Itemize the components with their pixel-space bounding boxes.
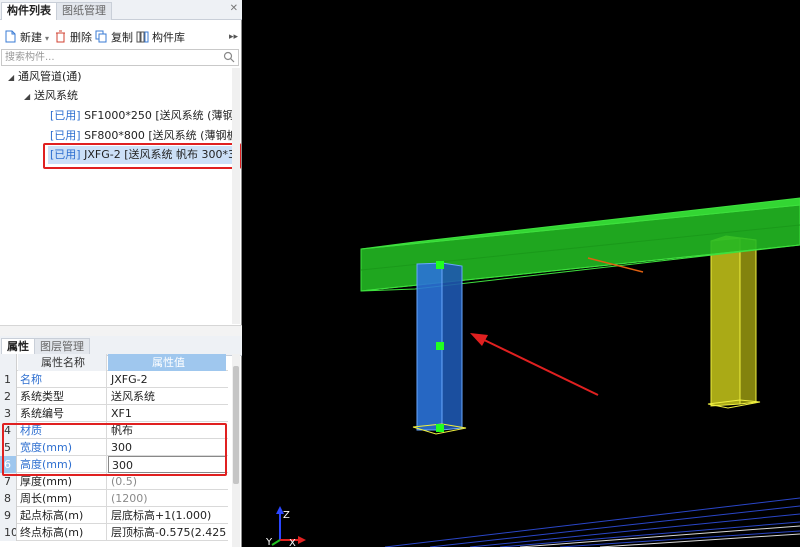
- search-placeholder: 搜索构件...: [5, 52, 55, 63]
- expand-arrow-icon[interactable]: ◢: [8, 69, 18, 86]
- new-button[interactable]: 新建 ▾: [4, 28, 49, 48]
- tree-node-root[interactable]: ◢ 通风管道(通): [8, 68, 238, 86]
- property-row-index: 9: [0, 507, 17, 524]
- grip-bottom[interactable]: [436, 424, 444, 432]
- property-row[interactable]: 8 周长(mm) (1200): [0, 490, 228, 507]
- tree-item-label: SF1000*250 [送风系统 (薄钢板风管) 1: [84, 109, 240, 122]
- grid-header-index: [0, 354, 17, 371]
- floor-grid-white: [519, 525, 800, 547]
- property-name: 系统类型: [18, 388, 107, 405]
- expand-arrow-icon[interactable]: ◢: [24, 88, 34, 105]
- axis-z-label: Z: [283, 510, 290, 521]
- copy-label: 复制: [111, 31, 133, 44]
- property-row[interactable]: 1 名称 JXFG-2: [0, 371, 228, 388]
- copy-icon: [95, 30, 107, 43]
- highlight-box-grid: [2, 423, 227, 476]
- tree-scrollbar[interactable]: [232, 68, 240, 324]
- property-name: 起点标高(m): [18, 507, 107, 524]
- panel-splitter[interactable]: [0, 325, 242, 336]
- property-tabbar: 属性 图层管理: [0, 336, 242, 356]
- used-tag: [已用]: [50, 109, 81, 122]
- new-label: 新建: [20, 31, 42, 44]
- pin-icon[interactable]: ✕: [230, 3, 238, 14]
- property-row-index: 1: [0, 371, 17, 388]
- 3d-scene[interactable]: Z Y X: [243, 0, 800, 547]
- property-row[interactable]: 2 系统类型 送风系统: [0, 388, 228, 405]
- property-value[interactable]: 送风系统: [108, 388, 226, 405]
- library-label: 构件库: [152, 31, 185, 44]
- property-row-index: 3: [0, 405, 17, 422]
- grid-header-name: 属性名称: [18, 354, 107, 371]
- property-row-index: 2: [0, 388, 17, 405]
- dropdown-arrow-icon[interactable]: ▾: [45, 34, 49, 43]
- property-value[interactable]: (1200): [108, 490, 226, 507]
- trash-icon: [56, 30, 65, 43]
- 3d-viewport[interactable]: Z Y X: [243, 0, 800, 547]
- property-value[interactable]: XF1: [108, 405, 226, 422]
- left-panel: 构件列表 图纸管理 ✕ 新建 ▾ 删除 复制 构件库 ▸▸ 搜索构件... ◢ 通风…: [0, 0, 242, 547]
- copy-button[interactable]: 复制: [95, 28, 133, 48]
- grid-scrollbar-thumb[interactable]: [233, 366, 239, 484]
- delete-label: 删除: [70, 31, 92, 44]
- axis-x-label: X: [289, 538, 296, 547]
- tab-component-list[interactable]: 构件列表: [1, 2, 57, 20]
- property-value[interactable]: 层顶标高-0.575(2.425): [108, 524, 226, 541]
- grip-middle[interactable]: [436, 342, 444, 350]
- property-name: 系统编号: [18, 405, 107, 422]
- property-row-index: 8: [0, 490, 17, 507]
- property-grid-header: 属性名称 属性值: [0, 354, 228, 371]
- grip-top[interactable]: [436, 261, 444, 269]
- component-toolbar: 新建 ▾ 删除 复制 构件库 ▸▸: [0, 28, 242, 48]
- delete-button[interactable]: 删除: [54, 28, 92, 48]
- property-row[interactable]: 3 系统编号 XF1: [0, 405, 228, 422]
- tab-drawing-management[interactable]: 图纸管理: [56, 2, 112, 20]
- property-row-index: 10: [0, 524, 17, 541]
- property-row[interactable]: 10 终点标高(m) 层顶标高-0.575(2.425): [0, 524, 228, 541]
- tree-node-group-label: 送风系统: [34, 89, 78, 102]
- property-value[interactable]: JXFG-2: [108, 371, 226, 388]
- component-search-input[interactable]: 搜索构件...: [1, 49, 239, 66]
- highlight-box-tree: [43, 143, 241, 169]
- yellow-duct-column[interactable]: [707, 235, 761, 409]
- tree-node-root-label: 通风管道(通): [18, 70, 82, 83]
- blue-duct-column-selected[interactable]: [412, 261, 467, 435]
- library-icon: [136, 31, 149, 43]
- search-icon[interactable]: [223, 51, 235, 63]
- axis-y-label: Y: [265, 537, 273, 547]
- property-row[interactable]: 9 起点标高(m) 层底标高+1(1.000): [0, 507, 228, 524]
- property-value[interactable]: 层底标高+1(1.000): [108, 507, 226, 524]
- property-name: 名称: [18, 371, 107, 388]
- used-tag: [已用]: [50, 129, 81, 142]
- annotation-arrow: [470, 333, 599, 396]
- library-button[interactable]: 构件库: [136, 28, 185, 48]
- tree-item-sf1000[interactable]: [已用] SF1000*250 [送风系统 (薄钢板风管) 1: [50, 107, 240, 125]
- more-icon[interactable]: ▸▸: [229, 32, 238, 42]
- property-name: 周长(mm): [18, 490, 107, 507]
- floor-grid-lines: [384, 497, 800, 547]
- grid-scrollbar[interactable]: [232, 354, 240, 547]
- grid-header-value: 属性值: [108, 354, 226, 371]
- tree-item-label: SF800*800 [送风系统 (薄钢板风管) 80: [84, 129, 240, 142]
- component-tabbar: 构件列表 图纸管理 ✕: [0, 0, 242, 20]
- tree-node-group[interactable]: ◢ 送风系统: [24, 87, 238, 105]
- property-name: 终点标高(m): [18, 524, 107, 541]
- axis-gizmo: Z Y X: [265, 506, 306, 547]
- new-file-icon: [5, 30, 16, 43]
